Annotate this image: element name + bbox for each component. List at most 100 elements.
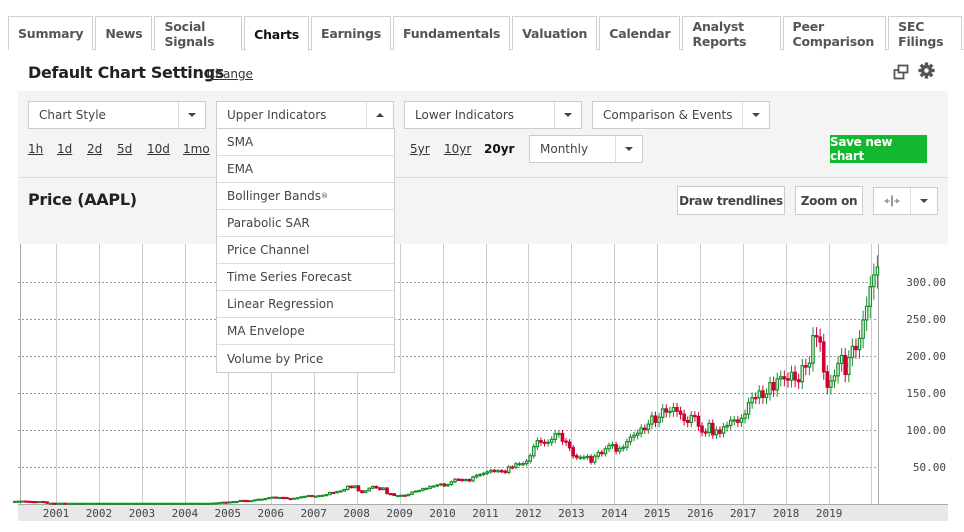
chevron-up-icon <box>366 102 393 128</box>
crosshair-icon[interactable] <box>874 188 911 214</box>
range-1d[interactable]: 1d <box>57 142 72 156</box>
tab-analyst-reports[interactable]: Analyst Reports <box>682 16 781 50</box>
x-tick-label: 2017 <box>730 507 757 520</box>
interval-select[interactable]: Monthly <box>529 135 643 163</box>
tab-peer-comparison[interactable]: Peer Comparison <box>782 16 887 50</box>
price-panel-title: Price (AAPL) <box>28 190 137 209</box>
menu-item-price-channel[interactable]: Price Channel <box>217 237 394 264</box>
candle-body <box>331 491 336 495</box>
candle-body <box>174 502 178 505</box>
range-10d[interactable]: 10d <box>147 142 170 156</box>
candle-body <box>839 354 844 364</box>
candle-body <box>764 393 769 399</box>
candle-body <box>109 502 114 505</box>
candle-body <box>718 429 722 434</box>
menu-item-sma[interactable]: SMA <box>217 129 394 156</box>
candle-body <box>650 415 654 425</box>
candle-body <box>149 502 153 505</box>
menu-item-ma-envelope[interactable]: MA Envelope <box>217 318 394 345</box>
range-5yr[interactable]: 5yr <box>410 142 430 156</box>
candle-body <box>778 376 783 380</box>
x-tick-label: 2010 <box>429 507 456 520</box>
candle-body <box>306 494 311 498</box>
range-2d[interactable]: 2d <box>87 142 102 156</box>
candle-body <box>227 501 232 504</box>
comparison-events-dropdown[interactable]: Comparison & Events <box>592 101 770 129</box>
range-20yr[interactable]: 20yr <box>484 142 514 156</box>
candle-body <box>181 502 185 505</box>
tab-news[interactable]: News <box>95 16 153 50</box>
menu-item-parabolic-sar[interactable]: Parabolic SAR <box>217 210 394 237</box>
x-tick-label: 2007 <box>300 507 327 520</box>
price-chart[interactable]: 50.00 100.00 150.00 200.00 250.00 300.00 2001 2… <box>0 244 964 532</box>
candle-body <box>506 466 511 474</box>
menu-item-volume-by-price[interactable]: Volume by Price <box>217 345 394 372</box>
menu-item-ema[interactable]: EMA <box>217 156 394 183</box>
candle-body <box>184 502 189 505</box>
candle-body <box>41 500 46 504</box>
candle-body <box>693 414 697 418</box>
candle-body <box>653 415 658 423</box>
candle-body <box>177 502 182 505</box>
range-5d[interactable]: 5d <box>117 142 132 156</box>
upper-indicators-menu: SMA EMA Bollinger Bands ® Parabolic SAR Price… <box>216 128 395 373</box>
candle-body <box>489 469 493 473</box>
menu-item-linear-regression[interactable]: Linear Regression <box>217 291 394 318</box>
save-new-chart-button[interactable]: Save new chart <box>830 135 927 163</box>
upper-indicators-dropdown[interactable]: Upper Indicators <box>216 101 394 129</box>
menu-item-bollinger-bands[interactable]: Bollinger Bands ® <box>217 183 394 210</box>
chart-style-dropdown[interactable]: Chart Style <box>28 101 206 129</box>
candle-body <box>367 487 371 492</box>
candle-body <box>285 496 289 500</box>
tab-valuation[interactable]: Valuation <box>512 16 598 50</box>
candle-body <box>660 408 665 418</box>
range-1h[interactable]: 1h <box>28 142 43 156</box>
candle-body <box>453 478 457 483</box>
candle-body <box>621 446 626 449</box>
candle-body <box>435 484 439 487</box>
range-1mo[interactable]: 1mo <box>183 142 210 156</box>
range-10yr[interactable]: 10yr <box>444 142 471 156</box>
lower-indicators-dropdown[interactable]: Lower Indicators <box>404 101 582 129</box>
candle-body <box>388 493 393 496</box>
tab-social-signals[interactable]: Social Signals <box>154 16 243 50</box>
candle-body <box>685 419 690 423</box>
candle-body <box>832 375 837 382</box>
candle-body <box>761 390 765 399</box>
x-tick-label: 2004 <box>172 507 199 520</box>
candle-body <box>804 365 808 368</box>
candle-body <box>539 439 543 443</box>
candle-body <box>721 426 726 434</box>
candle-body <box>574 455 579 458</box>
chevron-down-icon[interactable] <box>911 188 937 214</box>
chevron-down-icon <box>742 102 769 128</box>
candle-body <box>757 390 762 399</box>
candle-body <box>131 502 135 505</box>
candle-body <box>789 371 794 381</box>
candle-body <box>668 410 672 413</box>
candle-body <box>517 463 522 466</box>
tab-fundamentals[interactable]: Fundamentals <box>393 16 511 50</box>
candle-body <box>209 502 214 505</box>
candle-body <box>292 497 296 500</box>
change-settings-link[interactable]: Change <box>207 67 253 81</box>
tab-charts[interactable]: Charts <box>244 16 309 51</box>
candle-body <box>646 423 651 431</box>
popout-window-icon[interactable] <box>893 64 909 80</box>
candle-body <box>295 497 300 500</box>
draw-trendlines-button[interactable]: Draw trendlines <box>677 186 785 215</box>
candle-body <box>549 438 554 443</box>
tab-sec-filings[interactable]: SEC Filings <box>888 16 962 50</box>
tab-calendar[interactable]: Calendar <box>599 16 681 50</box>
gear-icon[interactable] <box>918 62 935 79</box>
tab-summary[interactable]: Summary <box>8 16 94 50</box>
tab-earnings[interactable]: Earnings <box>311 16 392 50</box>
x-tick-label: 2006 <box>258 507 285 520</box>
y-tick-label: 100.00 <box>906 424 946 437</box>
candle-body <box>603 448 608 455</box>
candle-body <box>514 463 518 468</box>
candle-body <box>478 473 482 477</box>
menu-item-time-series-forecast[interactable]: Time Series Forecast <box>217 264 394 291</box>
candle-body <box>249 500 253 503</box>
zoom-toggle-button[interactable]: Zoom on <box>795 186 863 215</box>
